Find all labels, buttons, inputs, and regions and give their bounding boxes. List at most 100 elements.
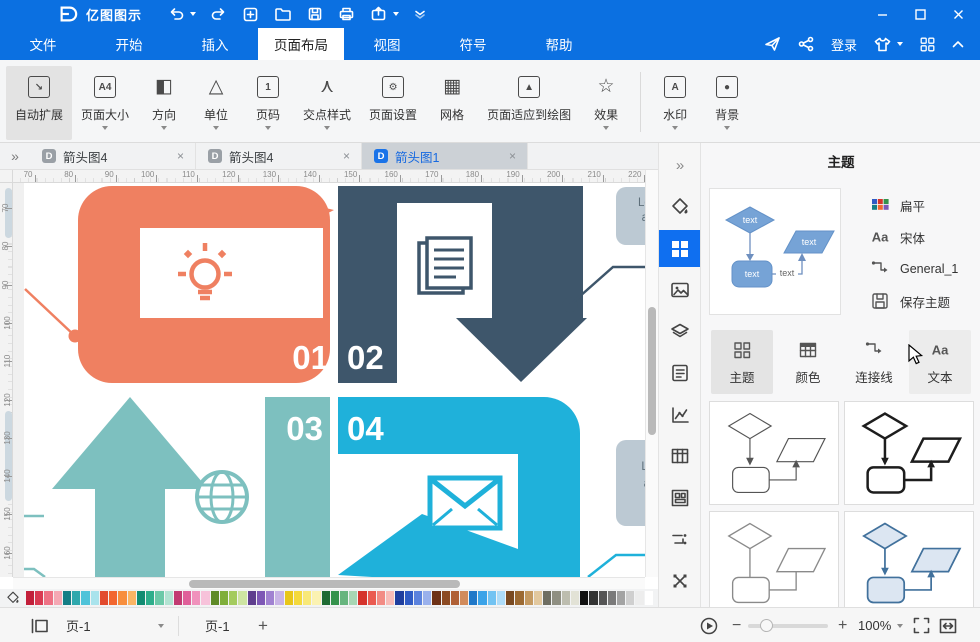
apps-grid-icon[interactable]: [920, 37, 935, 52]
canvas-horizontal-scrollbar[interactable]: [13, 577, 645, 589]
panel-icon-table[interactable]: [659, 438, 701, 475]
color-swatch[interactable]: [626, 591, 634, 605]
presentation-play-button[interactable]: [700, 608, 718, 642]
color-swatch[interactable]: [220, 591, 228, 605]
menu-tab-1[interactable]: 文件: [0, 28, 86, 60]
color-swatch[interactable]: [294, 591, 302, 605]
menu-tab-2[interactable]: 开始: [86, 28, 172, 60]
color-swatch[interactable]: [571, 591, 579, 605]
ribbon-button-orientation[interactable]: ◧方向: [138, 66, 190, 140]
color-swatch[interactable]: [599, 591, 607, 605]
vertical-scroll-thumb[interactable]: [648, 307, 656, 435]
step4-cyan-arrow[interactable]: 04: [338, 397, 580, 577]
color-swatch[interactable]: [608, 591, 616, 605]
arrows-infographic[interactable]: 01 02 03: [13, 183, 645, 577]
color-swatch[interactable]: [534, 591, 542, 605]
ribbon-button-auto-expand[interactable]: ↘自动扩展: [6, 66, 72, 140]
page-panel-toggle-icon[interactable]: [30, 608, 50, 642]
document-tab-2[interactable]: D箭头图4×: [196, 143, 362, 169]
color-swatch[interactable]: [128, 591, 136, 605]
print-icon[interactable]: [338, 6, 355, 22]
login-button[interactable]: 登录: [831, 35, 857, 54]
color-swatch[interactable]: [63, 591, 71, 605]
minimize-button[interactable]: [868, 3, 896, 25]
canvas-vertical-scrollbar[interactable]: [645, 170, 658, 577]
share-icon[interactable]: [798, 36, 814, 52]
color-swatch[interactable]: [118, 591, 126, 605]
close-tab-icon[interactable]: ×: [340, 149, 353, 163]
color-swatch[interactable]: [543, 591, 551, 605]
page-selector-caret[interactable]: [158, 608, 164, 642]
maximize-button[interactable]: [906, 3, 934, 25]
export-icon[interactable]: [370, 6, 387, 22]
color-swatch[interactable]: [405, 591, 413, 605]
panel-icon-connector-style[interactable]: [659, 521, 701, 558]
new-document-icon[interactable]: [242, 6, 259, 23]
panel-tab-3[interactable]: 连接线: [843, 330, 905, 394]
color-swatch[interactable]: [515, 591, 523, 605]
add-page-button[interactable]: +: [258, 608, 268, 642]
color-swatch[interactable]: [35, 591, 43, 605]
no-fill-bucket-icon[interactable]: [4, 590, 22, 606]
color-swatch[interactable]: [72, 591, 80, 605]
color-swatch[interactable]: [229, 591, 237, 605]
zoom-caret[interactable]: [897, 608, 903, 642]
color-swatch[interactable]: [358, 591, 366, 605]
color-swatch[interactable]: [589, 591, 597, 605]
color-swatch[interactable]: [146, 591, 154, 605]
color-swatch[interactable]: [322, 591, 330, 605]
panel-icon-image[interactable]: [659, 272, 701, 309]
color-swatch[interactable]: [432, 591, 440, 605]
color-swatch[interactable]: [497, 591, 505, 605]
zoom-level[interactable]: 100%: [858, 608, 891, 642]
color-swatch[interactable]: [248, 591, 256, 605]
ribbon-button-watermark[interactable]: A水印: [649, 66, 701, 140]
panel-icon-anchor-points[interactable]: [659, 562, 701, 599]
toolbar-customize-icon[interactable]: [414, 9, 426, 19]
color-swatch[interactable]: [137, 591, 145, 605]
ribbon-button-junction-style[interactable]: ⋏交点样式: [294, 66, 360, 140]
color-swatch[interactable]: [562, 591, 570, 605]
color-swatch[interactable]: [303, 591, 311, 605]
ribbon-button-effects[interactable]: ☆效果: [580, 66, 632, 140]
send-feedback-icon[interactable]: [764, 36, 781, 52]
theme-property-font-aa[interactable]: Aa宋体: [869, 225, 977, 249]
fit-width-button[interactable]: [939, 608, 957, 642]
ribbon-button-unit[interactable]: △单位: [190, 66, 242, 140]
panel-icon-fill-style[interactable]: [659, 189, 701, 226]
redo-icon[interactable]: [211, 6, 227, 22]
color-swatch[interactable]: [395, 591, 403, 605]
color-swatch[interactable]: [211, 591, 219, 605]
color-swatch[interactable]: [414, 591, 422, 605]
color-swatch[interactable]: [460, 591, 468, 605]
color-swatch[interactable]: [100, 591, 108, 605]
color-swatch[interactable]: [552, 591, 560, 605]
color-swatch[interactable]: [275, 591, 283, 605]
color-swatch[interactable]: [377, 591, 385, 605]
color-swatch[interactable]: [635, 591, 643, 605]
color-swatch[interactable]: [645, 591, 653, 605]
close-button[interactable]: [944, 3, 972, 25]
zoom-out-button[interactable]: −: [732, 608, 741, 642]
color-swatch[interactable]: [81, 591, 89, 605]
menu-tab-7[interactable]: 帮助: [516, 28, 602, 60]
theme-thumbnail-bold-flowchart[interactable]: [844, 401, 974, 505]
color-swatch[interactable]: [26, 591, 34, 605]
color-swatch[interactable]: [506, 591, 514, 605]
color-swatch[interactable]: [386, 591, 394, 605]
color-swatch[interactable]: [257, 591, 265, 605]
horizontal-scroll-thumb[interactable]: [189, 580, 460, 588]
panel-icon-note[interactable]: [659, 355, 701, 392]
text-callout-top[interactable]: Lore a: [616, 187, 645, 245]
save-icon[interactable]: [307, 6, 323, 22]
color-swatch[interactable]: [44, 591, 52, 605]
theme-property-flat-colors[interactable]: 扁平: [869, 193, 977, 217]
color-swatch[interactable]: [423, 591, 431, 605]
color-swatch[interactable]: [580, 591, 588, 605]
theme-property-save-theme[interactable]: 保存主题: [869, 289, 977, 313]
panel-icon-collapse-panel[interactable]: »: [659, 147, 701, 184]
ribbon-button-page-size[interactable]: A4页面大小: [72, 66, 138, 140]
color-swatch[interactable]: [54, 591, 62, 605]
color-swatch[interactable]: [266, 591, 274, 605]
drawing-canvas[interactable]: 01 02 03: [13, 183, 645, 577]
